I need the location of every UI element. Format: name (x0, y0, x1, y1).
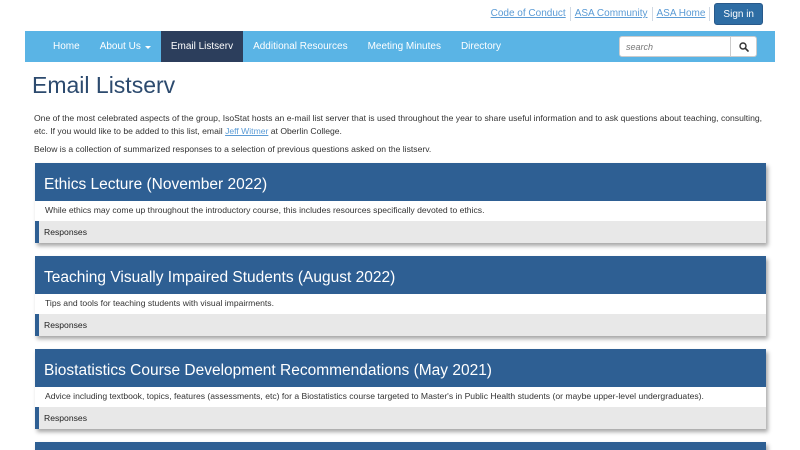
listserv-card: Teaching Visually Impaired Students (Aug… (35, 256, 766, 336)
card-title: Ethics Lecture (November 2022) (35, 163, 766, 201)
nav-email-listserv[interactable]: Email Listserv (160, 31, 244, 62)
card-title: Teaching Visually Impaired Students (Aug… (35, 256, 766, 294)
listserv-card-partial (35, 442, 766, 450)
asa-home-link[interactable]: ASA Home (653, 7, 711, 21)
card-header-partial (35, 442, 766, 450)
nav-directory[interactable]: Directory (451, 31, 511, 62)
card-description: While ethics may come up throughout the … (45, 205, 485, 215)
main-navbar: Home About Us Email Listserv Additional … (25, 31, 775, 62)
listserv-card: Biostatistics Course Development Recomme… (35, 349, 766, 429)
caret-down-icon (144, 45, 151, 49)
nav-meeting-minutes[interactable]: Meeting Minutes (358, 31, 451, 62)
responses-toggle[interactable]: Responses (35, 314, 766, 336)
responses-toggle[interactable]: Responses (35, 221, 766, 243)
code-of-conduct-link[interactable]: Code of Conduct (487, 7, 571, 21)
utility-bar: Code of Conduct ASA Community ASA Home S… (487, 3, 763, 25)
responses-toggle[interactable]: Responses (35, 407, 766, 429)
search-button[interactable] (731, 36, 757, 57)
card-title: Biostatistics Course Development Recomme… (35, 349, 766, 387)
nav-about-us[interactable]: About Us (90, 31, 161, 62)
intro-text-before: One of the most celebrated aspects of th… (34, 113, 763, 136)
search-group (619, 36, 757, 57)
intro-paragraph: One of the most celebrated aspects of th… (34, 112, 769, 137)
card-description: Advice including textbook, topics, featu… (45, 391, 704, 401)
jeff-witmer-email-link[interactable]: Jeff Witmer (225, 126, 268, 136)
card-description: Tips and tools for teaching students wit… (45, 298, 274, 308)
nav-home[interactable]: Home (25, 31, 90, 62)
page-title: Email Listserv (32, 72, 176, 98)
search-icon (738, 41, 749, 52)
collection-description: Below is a collection of summarized resp… (34, 144, 432, 154)
search-input[interactable] (619, 36, 731, 57)
intro-text-after: at Oberlin College. (268, 125, 342, 136)
sign-in-button[interactable]: Sign in (714, 3, 763, 25)
nav-additional-resources[interactable]: Additional Resources (243, 31, 358, 62)
listserv-card: Ethics Lecture (November 2022) While eth… (35, 163, 766, 243)
asa-community-link[interactable]: ASA Community (571, 7, 653, 21)
nav-about-us-label: About Us (99, 41, 141, 52)
